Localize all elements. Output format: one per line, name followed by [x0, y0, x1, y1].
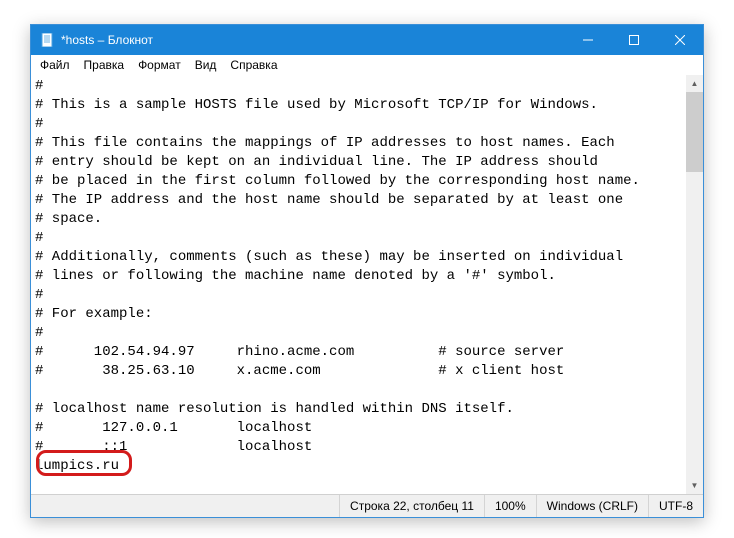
scroll-track[interactable] — [686, 92, 703, 477]
menu-help[interactable]: Справка — [223, 57, 284, 73]
status-encoding: UTF-8 — [648, 495, 703, 517]
window-controls — [565, 25, 703, 55]
scroll-up-button[interactable]: ▲ — [686, 75, 703, 92]
menubar: Файл Правка Формат Вид Справка — [31, 55, 703, 75]
menu-format[interactable]: Формат — [131, 57, 188, 73]
menu-edit[interactable]: Правка — [77, 57, 132, 73]
maximize-button[interactable] — [611, 25, 657, 55]
menu-file[interactable]: Файл — [33, 57, 77, 73]
minimize-button[interactable] — [565, 25, 611, 55]
scroll-down-button[interactable]: ▼ — [686, 477, 703, 494]
statusbar: Строка 22, столбец 11 100% Windows (CRLF… — [31, 494, 703, 517]
window-title: *hosts – Блокнот — [61, 33, 153, 47]
status-position: Строка 22, столбец 11 — [339, 495, 484, 517]
vertical-scrollbar[interactable]: ▲ ▼ — [686, 75, 703, 494]
close-button[interactable] — [657, 25, 703, 55]
scroll-thumb[interactable] — [686, 92, 703, 172]
notepad-icon — [39, 32, 55, 48]
status-zoom: 100% — [484, 495, 536, 517]
text-editor[interactable]: # # This is a sample HOSTS file used by … — [31, 75, 686, 494]
content-area: # # This is a sample HOSTS file used by … — [31, 75, 703, 494]
notepad-window: *hosts – Блокнот Файл Правка Формат Вид … — [30, 24, 704, 518]
titlebar[interactable]: *hosts – Блокнот — [31, 25, 703, 55]
menu-view[interactable]: Вид — [188, 57, 224, 73]
status-line-ending: Windows (CRLF) — [536, 495, 648, 517]
